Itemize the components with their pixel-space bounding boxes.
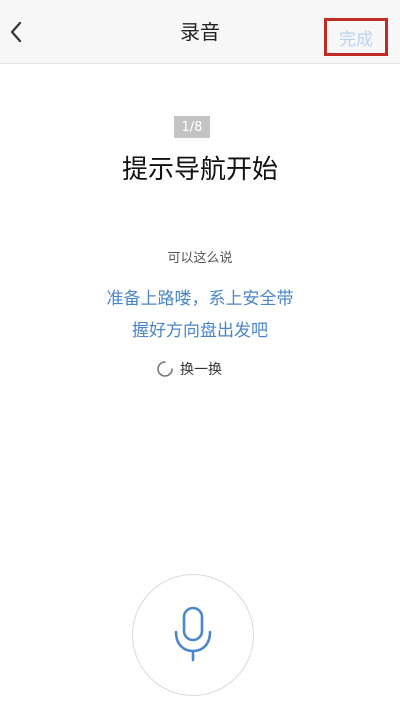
page-counter-badge: 1/8 bbox=[174, 116, 210, 138]
sample-phrase-line-1: 准备上路喽，系上安全带 bbox=[106, 289, 294, 309]
microphone-button[interactable] bbox=[132, 574, 254, 696]
microphone-icon bbox=[174, 606, 212, 662]
refresh-label: 换一换 bbox=[180, 362, 222, 378]
recording-screen: 录音 完成 1/8 提示导航开始 可以这么说 准备上路喽，系上安全带 握好方向盘… bbox=[0, 0, 400, 728]
prompt-title: 提示导航开始 bbox=[121, 155, 278, 185]
refresh-icon bbox=[157, 361, 173, 377]
nav-bar: 录音 完成 bbox=[0, 0, 400, 64]
hint-label: 可以这么说 bbox=[167, 251, 233, 266]
sample-phrase-line-2: 握好方向盘出发吧 bbox=[132, 321, 268, 341]
done-button[interactable]: 完成 bbox=[324, 18, 388, 56]
refresh-button[interactable]: 换一换 bbox=[156, 356, 222, 382]
